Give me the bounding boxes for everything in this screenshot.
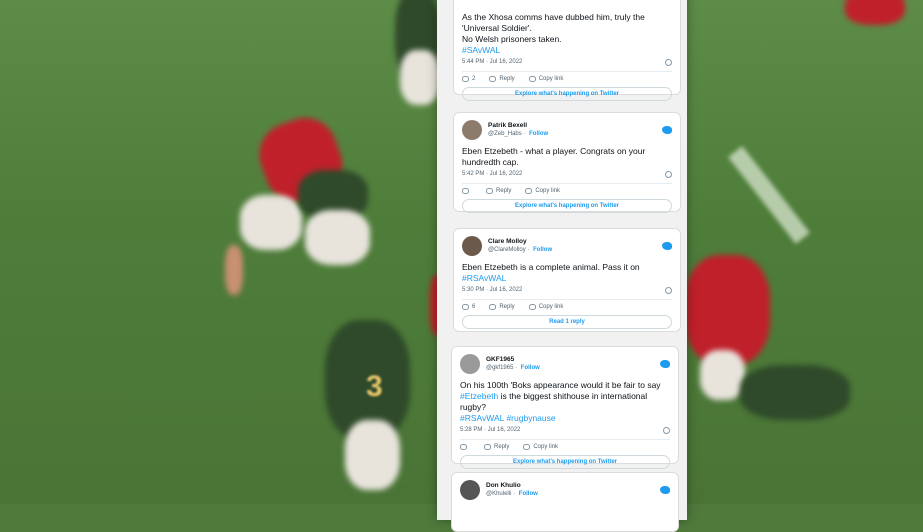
like-button[interactable] [462, 188, 472, 194]
like-button[interactable]: 2 [462, 76, 475, 82]
avatar[interactable] [462, 236, 482, 256]
copy-link-button[interactable]: Copy link [528, 76, 563, 82]
link-icon [528, 304, 536, 310]
like-button[interactable] [460, 444, 470, 450]
twitter-bird-icon[interactable] [660, 486, 670, 494]
tweet-timestamp[interactable]: 5:44 PM · Jul 16, 2022 [462, 59, 672, 66]
reply-button[interactable]: Reply [486, 188, 511, 194]
tweet-card-1[interactable]: As the Xhosa comms have dubbed him, trul… [453, 0, 681, 101]
hashtag-link[interactable]: #SAvWAL [462, 45, 672, 56]
author-handle[interactable]: @ClareMolloy [488, 247, 526, 253]
info-icon[interactable] [665, 59, 672, 66]
follow-button[interactable]: Follow [533, 247, 552, 253]
twitter-bird-icon[interactable] [662, 126, 672, 134]
tweet-actions: 6 Reply Copy link [462, 299, 672, 310]
reply-icon [489, 304, 497, 310]
welsh-player-right-shorts [700, 350, 745, 400]
explore-twitter-button[interactable]: Explore what's happening on Twitter [460, 455, 670, 469]
hashtag-link[interactable]: #RSAvWAL #rugbynause [460, 413, 670, 424]
author-name[interactable]: Don Khulio [486, 481, 538, 490]
link-icon [528, 76, 536, 82]
welsh-player-right [685, 255, 770, 365]
reply-icon [484, 444, 491, 450]
read-replies-button[interactable]: Read 1 reply [462, 315, 672, 329]
tweet-timestamp[interactable]: 5:28 PM · Jul 16, 2022 [460, 427, 670, 434]
author-handle[interactable]: @gkf1965 [486, 365, 513, 371]
author-handle[interactable]: @Zeb_Habs [488, 131, 522, 137]
copy-link-button[interactable]: Copy link [525, 188, 560, 194]
reply-button[interactable]: Reply [484, 444, 509, 450]
link-icon [525, 188, 533, 194]
springbok-number-3-shorts [345, 420, 400, 490]
springbok-tackler-shorts [305, 210, 370, 265]
reply-button[interactable]: Reply [489, 304, 515, 310]
author-name[interactable]: Patrik Bexell [488, 121, 548, 130]
welsh-player-shorts [240, 195, 302, 250]
tweet-timestamp[interactable]: 5:42 PM · Jul 16, 2022 [462, 171, 672, 178]
tweet-actions: Reply Copy link [460, 439, 670, 450]
tweet-card-3[interactable]: Clare Molloy @ClareMolloy · Follow Eben … [453, 228, 681, 332]
avatar[interactable] [460, 480, 480, 500]
heart-icon [462, 304, 469, 310]
springbok-ground [740, 365, 850, 420]
tweet-text-line: No Welsh prisoners taken. [462, 34, 562, 44]
hashtag-link[interactable]: #Etzebeth [460, 391, 498, 401]
twitter-bird-icon[interactable] [660, 360, 670, 368]
reply-button[interactable]: Reply [489, 76, 515, 82]
avatar[interactable] [460, 354, 480, 374]
tweet-body: As the Xhosa comms have dubbed him, trul… [462, 12, 672, 56]
player-bg-1-shorts [400, 50, 440, 105]
tweet-card-5[interactable]: Don Khulio @Khulelli · Follow [451, 472, 679, 532]
author-name[interactable]: GKF1965 [486, 355, 540, 364]
info-icon[interactable] [665, 287, 672, 294]
tweet-embed-column: As the Xhosa comms have dubbed him, trul… [437, 0, 687, 532]
explore-twitter-button[interactable]: Explore what's happening on Twitter [462, 87, 672, 101]
tweet-text-line: Eben Etzebeth is a complete animal. Pass… [462, 262, 640, 272]
link-icon [523, 444, 531, 450]
tweet-actions: 2 Reply Copy link [462, 71, 672, 82]
info-icon[interactable] [663, 427, 670, 434]
explore-twitter-button[interactable]: Explore what's happening on Twitter [462, 199, 672, 213]
author-name[interactable]: Clare Molloy [488, 237, 552, 246]
tweet-card-2[interactable]: Patrik Bexell @Zeb_Habs · Follow Eben Et… [453, 112, 681, 213]
heart-icon [462, 76, 469, 82]
like-button[interactable]: 6 [462, 304, 475, 310]
copy-link-button[interactable]: Copy link [528, 304, 563, 310]
tweet-actions: Reply Copy link [462, 183, 672, 194]
tweet-body: Eben Etzebeth - what a player. Congrats … [462, 146, 646, 167]
reply-icon [489, 76, 497, 82]
welsh-player-leg [225, 245, 243, 295]
avatar[interactable] [462, 120, 482, 140]
tweet-text-line: As the Xhosa comms have dubbed him, trul… [462, 12, 645, 33]
tweet-body: On his 100th 'Boks appearance would it b… [460, 380, 670, 424]
copy-link-button[interactable]: Copy link [523, 444, 558, 450]
tweet-card-4[interactable]: GKF1965 @gkf1965 · Follow On his 100th '… [451, 346, 679, 469]
follow-button[interactable]: Follow [529, 131, 548, 137]
welsh-player-topright [845, 0, 905, 25]
heart-icon [462, 188, 469, 194]
follow-button[interactable]: Follow [521, 365, 540, 371]
pitch-line [728, 146, 810, 244]
tweet-body: Eben Etzebeth is a complete animal. Pass… [462, 262, 672, 284]
jersey-number: 3 [366, 370, 383, 403]
tweet-text-line: On his 100th 'Boks appearance would it b… [460, 380, 661, 390]
tweet-timestamp[interactable]: 5:30 PM · Jul 16, 2022 [462, 287, 672, 294]
hashtag-link[interactable]: #RSAvWAL [462, 273, 672, 284]
twitter-bird-icon[interactable] [662, 242, 672, 250]
follow-button[interactable]: Follow [519, 491, 538, 497]
author-handle[interactable]: @Khulelli [486, 491, 511, 497]
reply-icon [486, 188, 493, 194]
heart-icon [460, 444, 467, 450]
info-icon[interactable] [665, 171, 672, 178]
